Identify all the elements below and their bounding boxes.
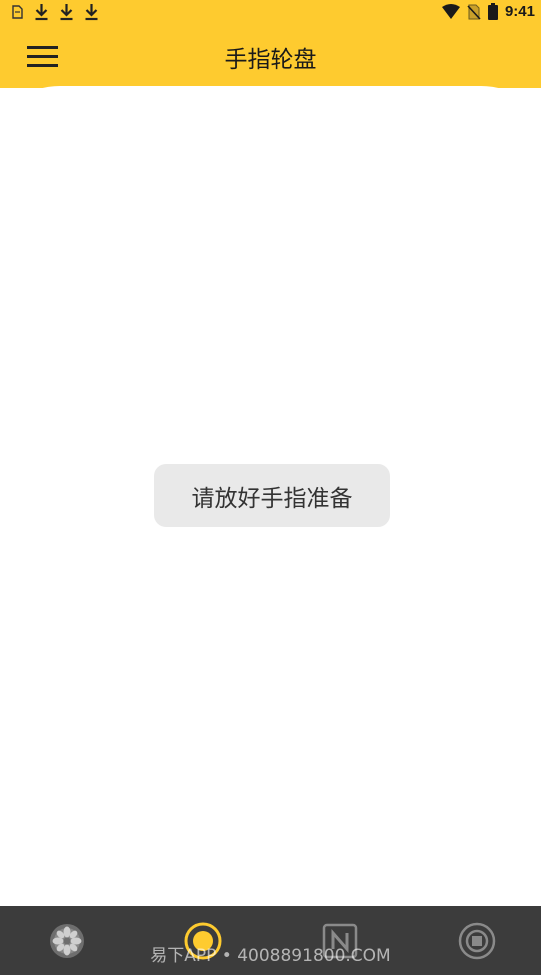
status-right-icons: 9:41 bbox=[441, 3, 535, 20]
download-icon bbox=[85, 4, 98, 21]
nav-item-wheel[interactable] bbox=[46, 920, 88, 962]
nav-item-n[interactable] bbox=[319, 920, 361, 962]
status-bar: 9:41 bbox=[0, 0, 541, 26]
status-time: 9:41 bbox=[504, 3, 535, 20]
stop-icon bbox=[458, 922, 496, 960]
app-bar: 手指轮盘 bbox=[0, 26, 541, 88]
wheel-icon bbox=[50, 924, 84, 958]
battery-icon bbox=[487, 3, 498, 20]
sim-card-icon bbox=[12, 5, 23, 19]
nav-item-stop[interactable] bbox=[456, 920, 498, 962]
wifi-icon bbox=[441, 4, 460, 19]
no-sim-icon bbox=[467, 4, 481, 20]
bottom-nav: 易下APP • 4008891800.COM bbox=[0, 906, 541, 975]
ready-toast: 请放好手指准备 bbox=[154, 464, 390, 527]
page-title: 手指轮盘 bbox=[224, 47, 317, 73]
nav-item-target[interactable] bbox=[182, 920, 224, 962]
status-left-icons bbox=[10, 3, 99, 21]
download-icon bbox=[60, 4, 73, 21]
n-box-icon bbox=[322, 923, 358, 959]
download-icon bbox=[35, 4, 48, 21]
target-icon bbox=[184, 922, 222, 960]
